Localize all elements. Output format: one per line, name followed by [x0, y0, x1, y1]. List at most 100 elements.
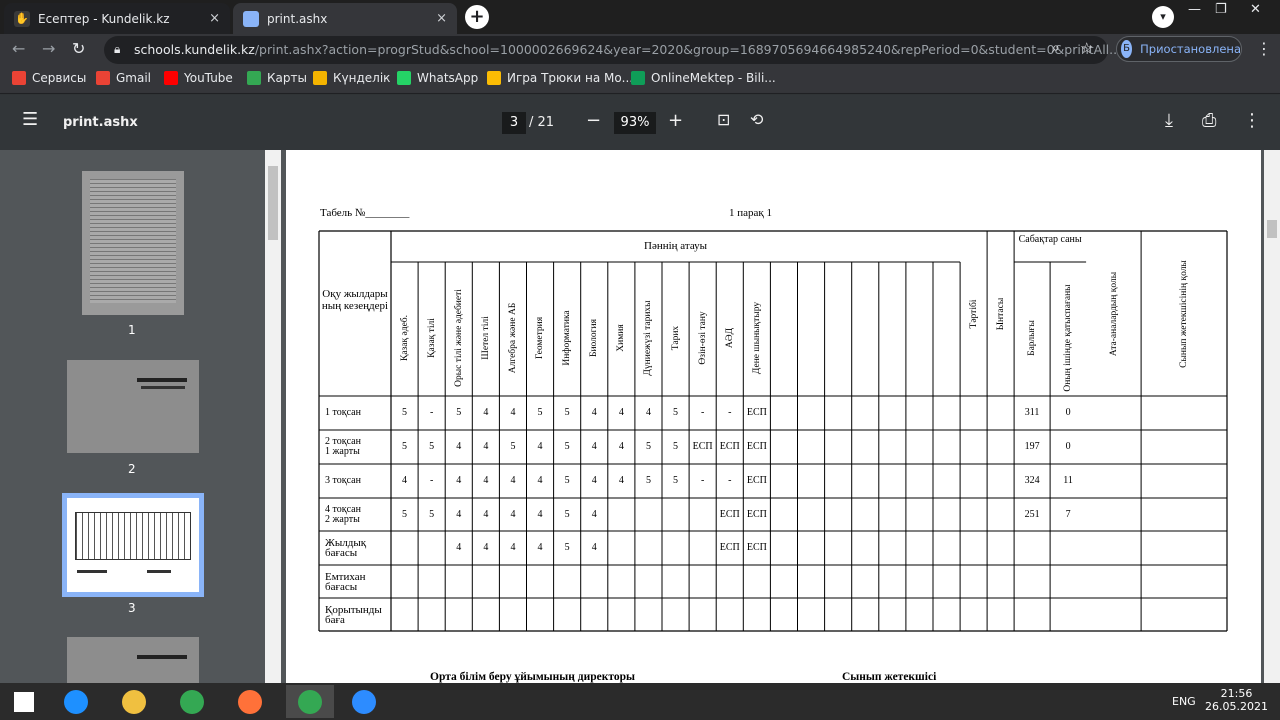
thumbnail-page-2[interactable]: [67, 360, 199, 453]
grade-cell: 5: [429, 441, 435, 452]
pdf-title: print.ashx: [63, 115, 138, 130]
grade-cell: -: [429, 407, 434, 418]
bookmark-kundelik[interactable]: Күнделік: [313, 71, 390, 85]
more-menu-icon[interactable]: ⋮: [1256, 39, 1272, 58]
grade-cell: 4: [591, 441, 597, 452]
subject-header: Дүниежүзі тарихы: [643, 300, 654, 376]
subject-header: Тарих: [670, 325, 681, 351]
subject-group-header: Пәннің атауы: [644, 240, 708, 252]
chrome-icon[interactable]: [168, 685, 216, 718]
subject-header: Биология: [589, 319, 600, 358]
subject-header: Алгебра және АБ: [507, 302, 518, 374]
thumbnail-page-3[interactable]: [62, 493, 204, 597]
zoom-in-icon[interactable]: +: [668, 110, 683, 131]
chrome-menu-down-icon[interactable]: ▾: [1152, 6, 1174, 28]
grade-cell: 5: [564, 542, 570, 553]
zoom-out-icon[interactable]: −: [586, 110, 601, 131]
subject-header: Химия: [616, 324, 627, 352]
close-tab-icon[interactable]: ×: [436, 11, 447, 26]
back-icon[interactable]: ←: [12, 39, 25, 58]
grade-cell: 5: [645, 441, 651, 452]
reload-icon[interactable]: ↻: [72, 39, 85, 58]
print-icon[interactable]: ⎙: [1202, 110, 1216, 131]
grade-cell: 4: [483, 542, 489, 553]
viewer-scrollbar[interactable]: [1264, 150, 1280, 683]
subject-header: Қазақ тілі: [426, 318, 437, 358]
bookmark-star-icon[interactable]: ☆: [1080, 39, 1093, 57]
windows-start-icon[interactable]: [0, 685, 48, 718]
sidebar-scrollbar[interactable]: [265, 150, 281, 683]
thumbnail-sidebar: 1 2 3: [0, 150, 265, 683]
zoom-icon[interactable]: [340, 685, 388, 718]
grade-cell: 4: [537, 475, 543, 486]
bookmark-maps[interactable]: Карты: [247, 71, 307, 85]
bookmarks-bar: Сервисы Gmail YouTube Карты Күнделік WhatsApp…: [0, 64, 1280, 94]
subject-header: Информатика: [562, 310, 573, 366]
grade-cell: 4: [483, 508, 489, 520]
grade-cell: 5: [564, 475, 570, 486]
lessons-total-cell: 251: [1024, 508, 1040, 520]
row-label: Жылдық бағасы: [325, 537, 367, 559]
zoom-input[interactable]: 93%: [614, 112, 656, 134]
file-explorer-icon[interactable]: [110, 685, 158, 718]
tab-kundelik[interactable]: ✋ Есептер - Kundelik.kz ×: [4, 3, 230, 34]
bookmark-youtube[interactable]: YouTube: [164, 71, 233, 85]
rotate-icon[interactable]: ⟲: [750, 110, 763, 129]
grade-cell: 4: [456, 542, 462, 553]
address-bar[interactable]: 🔒︎ schools.kundelik.kz/print.ashx?action…: [104, 36, 1121, 64]
class-teacher-signature-label: Сынып жетекшісі: [842, 671, 937, 683]
onlinemektep-icon: [631, 71, 645, 85]
thumbnail-page-1[interactable]: [82, 171, 184, 315]
grade-cell: 5: [402, 441, 408, 452]
grade-cell: 5: [429, 508, 435, 520]
bookmark-apps-grid[interactable]: Сервисы: [12, 71, 86, 85]
grade-cell: ЕСП: [746, 407, 767, 418]
grade-cell: 4: [483, 475, 489, 486]
internet-explorer-icon[interactable]: [52, 685, 100, 718]
bookmark-label: Gmail: [116, 71, 152, 85]
thumbnail-page-4[interactable]: [67, 637, 199, 683]
maximize-icon[interactable]: ❐: [1215, 2, 1227, 17]
pdf-viewport: Табель №________ 1 парақ 1 Оқу жылдары н…: [281, 150, 1264, 683]
page-number-input[interactable]: 3: [502, 112, 526, 134]
minimize-icon[interactable]: —: [1188, 2, 1201, 17]
fit-page-icon[interactable]: ⊡: [717, 110, 730, 129]
bookmark-label: Күнделік: [333, 71, 391, 85]
grade-cell: ЕСП: [719, 542, 740, 553]
firefox-icon[interactable]: [226, 685, 274, 718]
system-clock[interactable]: 21:56 26.05.2021: [1205, 687, 1268, 713]
lock-icon: 🔒︎: [114, 42, 121, 56]
thumbnail-label: 1: [128, 323, 136, 337]
kundelik-icon: [313, 71, 327, 85]
grade-cell: 5: [673, 475, 679, 486]
grade-cell: 5: [645, 475, 651, 486]
close-tab-icon[interactable]: ×: [209, 11, 220, 26]
lessons-total-cell: 324: [1024, 475, 1040, 486]
pdf-page: Табель №________ 1 парақ 1 Оқу жылдары н…: [286, 150, 1261, 683]
grade-cell: 4: [510, 407, 516, 418]
forward-icon[interactable]: →: [42, 39, 55, 58]
close-window-icon[interactable]: ✕: [1250, 2, 1261, 17]
bookmark-gmail[interactable]: Gmail: [96, 71, 151, 85]
download-icon[interactable]: ⤓: [1165, 110, 1173, 131]
bookmark-label: OnlineMektep - Bili...: [651, 71, 776, 85]
grade-cell: 4: [618, 441, 624, 452]
language-indicator[interactable]: ENG: [1172, 695, 1196, 708]
bookmark-onlinemektep[interactable]: OnlineMektep - Bili...: [631, 71, 776, 85]
new-tab-button[interactable]: +: [465, 5, 489, 29]
more-options-icon[interactable]: ⋮: [1243, 110, 1261, 131]
lessons-subcolumn-header: Оның ішінде қатыспағаны: [1063, 284, 1074, 392]
grade-cell: -: [429, 475, 434, 486]
subject-header: Қазақ әдеб.: [399, 315, 410, 361]
zoom-search-icon[interactable]: ⌕: [1052, 40, 1060, 56]
profile-button[interactable]: Б Приостановлена: [1116, 36, 1242, 62]
grade-cell: 5: [402, 508, 408, 520]
tab-print[interactable]: print.ashx ×: [233, 3, 457, 34]
bookmark-whatsapp[interactable]: WhatsApp: [397, 71, 478, 85]
bookmark-game[interactable]: Игра Трюки на Мо...: [487, 71, 633, 85]
url-text: schools.kundelik.kz/print.ashx?action=pr…: [134, 42, 1122, 57]
chrome-profile-icon[interactable]: [286, 685, 334, 718]
lessons-count-header: Сабақтар саны: [1018, 234, 1082, 245]
lessons-total-cell: 197: [1024, 441, 1040, 452]
hamburger-menu-icon[interactable]: ☰: [22, 109, 38, 130]
